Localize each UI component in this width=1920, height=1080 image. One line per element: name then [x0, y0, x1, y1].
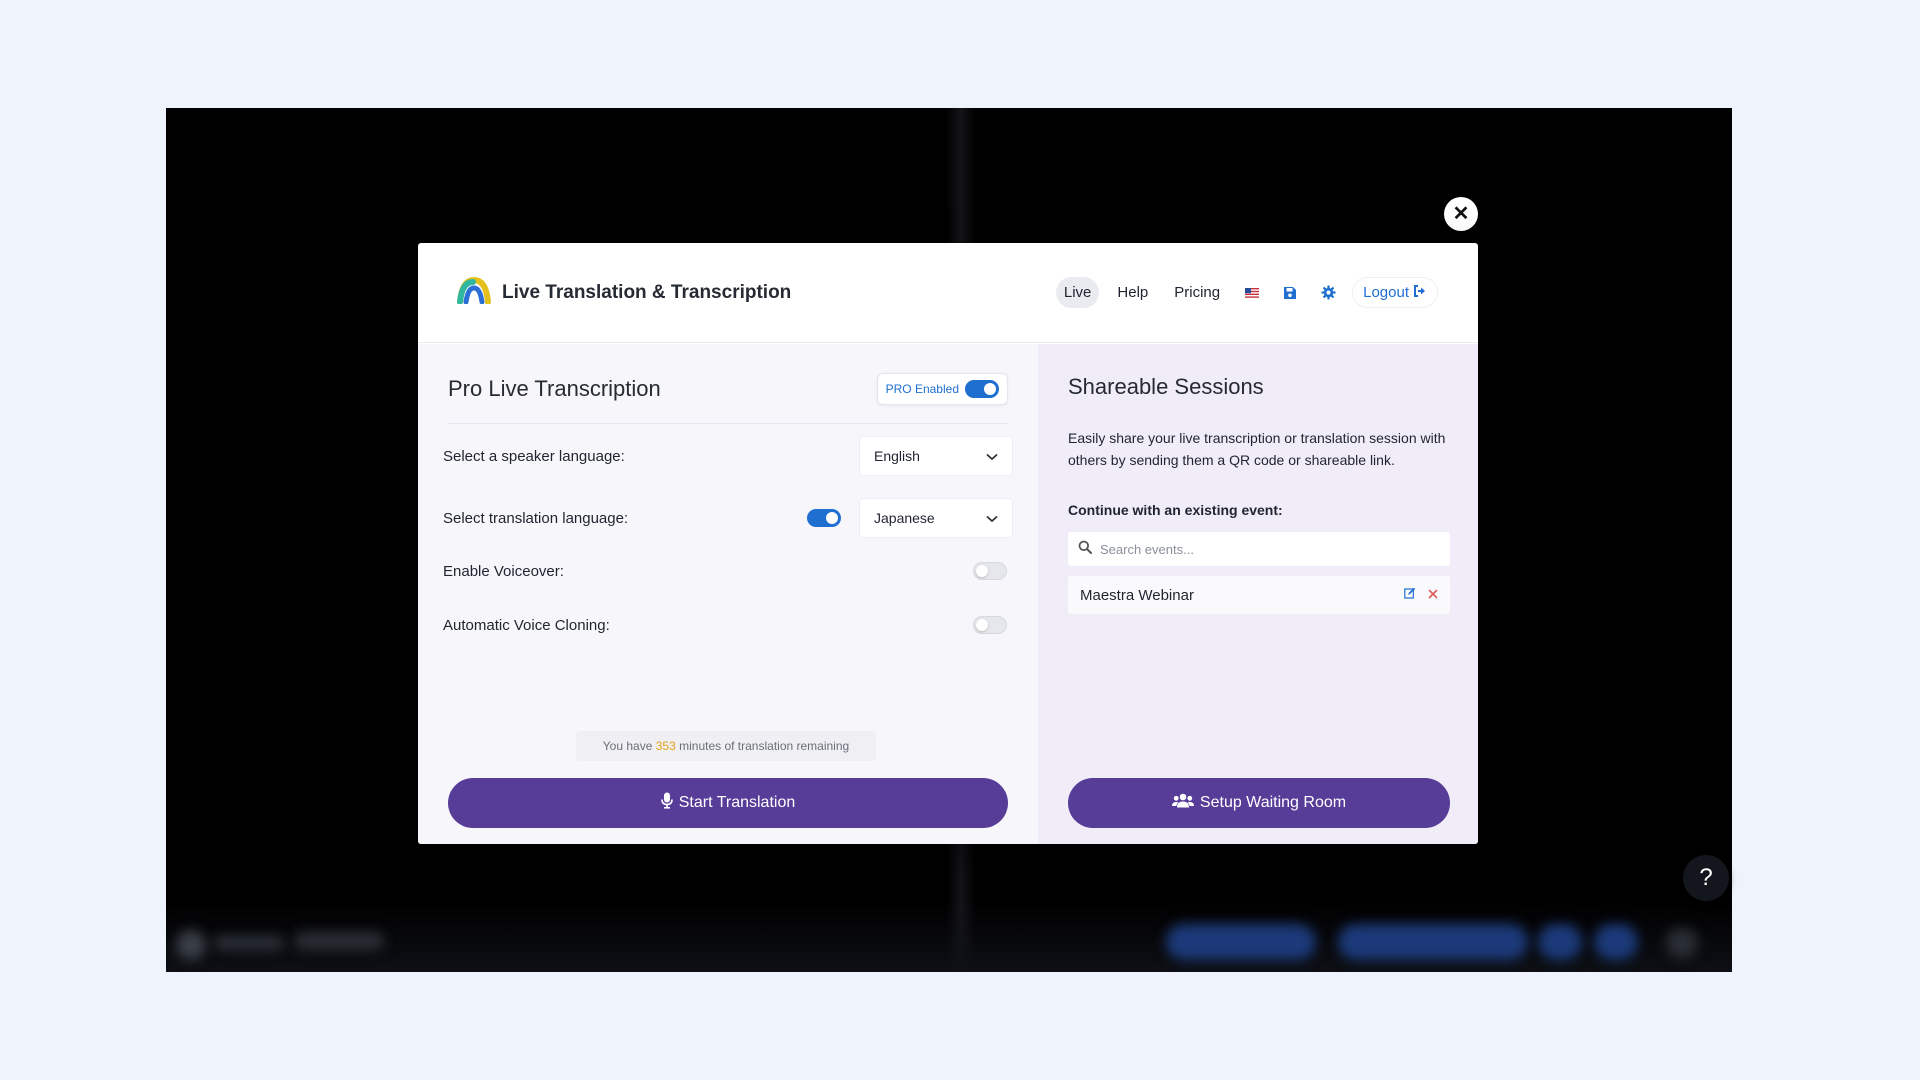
translation-modal: Live Translation & Transcription Live He… — [418, 243, 1478, 844]
speaker-language-select[interactable]: English — [859, 436, 1013, 476]
minutes-remaining-notice: You have 353 minutes of translation rema… — [576, 731, 876, 761]
blurred-control — [1338, 924, 1528, 960]
pro-enabled-pill[interactable]: PRO Enabled — [876, 372, 1008, 405]
translation-toggle[interactable] — [807, 509, 841, 527]
toggle-knob — [976, 619, 988, 631]
nav-live[interactable]: Live — [1055, 277, 1100, 308]
translation-language-value: Japanese — [874, 510, 935, 526]
blurred-control — [1666, 928, 1698, 958]
toggle-knob — [976, 565, 988, 577]
save-icon[interactable] — [1276, 279, 1304, 307]
nav-help[interactable]: Help — [1109, 277, 1156, 308]
voiceover-row: Enable Voiceover: — [443, 551, 1013, 591]
speaker-language-row: Select a speaker language: English — [443, 436, 1013, 476]
nav-pricing[interactable]: Pricing — [1166, 277, 1228, 308]
microphone-icon — [660, 792, 673, 814]
blurred-control — [1538, 924, 1582, 960]
translation-language-controls: Japanese — [807, 498, 1013, 538]
chevron-down-icon — [986, 448, 998, 464]
speaker-language-value: English — [874, 448, 920, 464]
blurred-control — [294, 932, 384, 950]
remaining-minutes: 353 — [655, 739, 676, 753]
close-modal-button[interactable]: ✕ — [1444, 197, 1478, 231]
transcription-panel-header: Pro Live Transcription PRO Enabled — [448, 344, 1008, 424]
edit-icon[interactable] — [1404, 586, 1416, 604]
event-name: Maestra Webinar — [1080, 586, 1194, 604]
shareable-sessions-panel: Shareable Sessions Easily share your liv… — [1038, 344, 1478, 844]
logout-label: Logout — [1363, 284, 1409, 301]
translation-language-label: Select translation language: — [443, 509, 629, 527]
pro-enabled-toggle[interactable] — [965, 379, 999, 398]
shareable-sessions-title: Shareable Sessions — [1068, 374, 1264, 399]
us-flag-icon[interactable] — [1238, 279, 1266, 307]
voice-cloning-label: Automatic Voice Cloning: — [443, 616, 610, 634]
event-item[interactable]: Maestra Webinar — [1068, 576, 1450, 614]
help-fab-button[interactable]: ? — [1683, 855, 1729, 901]
speaker-language-label: Select a speaker language: — [443, 447, 625, 465]
blurred-control — [214, 936, 284, 950]
close-icon: ✕ — [1452, 203, 1470, 225]
users-group-icon — [1171, 793, 1194, 813]
brand: Live Translation & Transcription — [456, 276, 791, 309]
logout-button[interactable]: Logout — [1352, 277, 1438, 308]
event-search — [1068, 532, 1450, 566]
continue-event-label: Continue with an existing event: — [1068, 502, 1283, 518]
remaining-suffix: minutes of translation remaining — [679, 739, 850, 753]
gear-icon[interactable] — [1314, 279, 1342, 307]
voice-cloning-toggle[interactable] — [973, 616, 1007, 634]
pro-enabled-label: PRO Enabled — [885, 381, 959, 396]
setup-waiting-room-label: Setup Waiting Room — [1199, 794, 1347, 811]
voiceover-toggle[interactable] — [973, 562, 1007, 580]
rainbow-arc-logo-icon — [456, 276, 492, 309]
search-icon — [1078, 540, 1092, 559]
blurred-control — [1594, 924, 1638, 960]
voiceover-controls — [973, 562, 1013, 580]
app-title: Live Translation & Transcription — [502, 281, 792, 303]
question-mark-icon: ? — [1699, 864, 1713, 891]
modal-header: Live Translation & Transcription Live He… — [418, 243, 1478, 343]
start-translation-label: Start Translation — [678, 794, 796, 811]
start-translation-button[interactable]: Start Translation — [448, 778, 1008, 828]
search-events-input[interactable] — [1100, 541, 1440, 557]
blurred-control — [176, 930, 206, 960]
toggle-knob — [826, 512, 838, 524]
shareable-sessions-description: Easily share your live transcription or … — [1068, 430, 1446, 468]
toggle-knob — [984, 382, 996, 395]
translation-language-row: Select translation language: Japanese — [443, 498, 1013, 538]
delete-icon[interactable] — [1428, 586, 1438, 604]
voice-cloning-row: Automatic Voice Cloning: — [443, 605, 1013, 645]
voiceover-label: Enable Voiceover: — [443, 562, 564, 580]
event-actions — [1404, 586, 1438, 604]
transcription-panel: Pro Live Transcription PRO Enabled Selec… — [418, 344, 1038, 844]
remaining-prefix: You have — [602, 739, 653, 753]
speaker-language-controls: English — [859, 436, 1013, 476]
blurred-control — [1166, 924, 1316, 960]
translation-language-select[interactable]: Japanese — [859, 498, 1013, 538]
panel-title: Pro Live Transcription — [448, 375, 661, 401]
setup-waiting-room-button[interactable]: Setup Waiting Room — [1068, 778, 1450, 828]
header-nav: Live Help Pricing Logout — [1055, 277, 1438, 308]
blurred-meeting-toolbar — [166, 902, 1732, 972]
logout-icon — [1413, 284, 1427, 301]
voice-cloning-controls — [973, 616, 1013, 634]
chevron-down-icon — [986, 510, 998, 526]
